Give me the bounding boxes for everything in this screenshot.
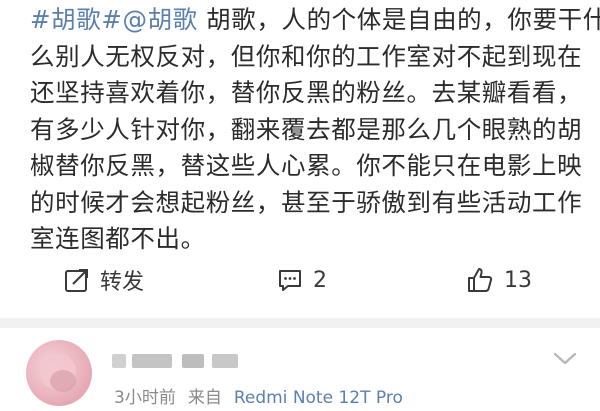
post-text-line-6: 的时候才会想起粉丝，甚至于骄傲到有些活动工作 [30,187,583,217]
comment-button[interactable]: 2 [277,258,327,302]
mention-link[interactable]: @胡歌 [122,5,197,34]
post-action-bar: 转发 2 13 [0,258,600,302]
post-text-line-4: 有多少人针对你，翻来覆去都是那么几个眼熟的胡 [30,114,583,144]
post-body: #胡歌#@胡歌 胡歌，人的个体是自由的，你要干什 么别人无权反对，但你和你的工作… [30,2,600,258]
like-button[interactable]: 13 [466,258,532,302]
post-text-line-2: 么别人无权反对，但你和你的工作室对不起到现在 [30,41,583,71]
source-device-link[interactable]: Redmi Note 12T Pro [234,388,403,408]
share-edit-icon [64,267,90,293]
comment-time: 3小时前 [114,388,176,408]
hashtag-link[interactable]: #胡歌# [30,5,122,34]
like-count: 13 [504,267,532,293]
comment-count: 2 [313,267,327,293]
comment-item: 3小时前 来自 Redmi Note 12T Pro [0,328,600,411]
source-prefix: 来自 [187,388,222,408]
post-text-line-3: 还坚持喜欢着你，替你反黑的粉丝。去某瓣看看， [30,78,583,107]
repost-label: 转发 [100,270,145,295]
post-text-line-1: 胡歌，人的个体是自由的，你要干什 [197,5,600,34]
chevron-down-icon[interactable] [552,350,578,372]
post-text-line-7: 室连图都不出。 [30,224,206,253]
avatar[interactable] [26,340,92,406]
section-divider [0,318,600,328]
post-text-line-5: 椒替你反黑，替这些人心累。你不能只在电影上映 [30,151,583,180]
repost-button[interactable]: 转发 [64,258,144,302]
thumbs-up-icon [466,266,494,294]
weibo-post: #胡歌#@胡歌 胡歌，人的个体是自由的，你要干什 么别人无权反对，但你和你的工作… [0,0,600,300]
blurred-username[interactable] [112,350,262,374]
comment-meta: 3小时前 来自 Redmi Note 12T Pro [114,383,415,408]
comment-bubble-icon [277,267,303,293]
